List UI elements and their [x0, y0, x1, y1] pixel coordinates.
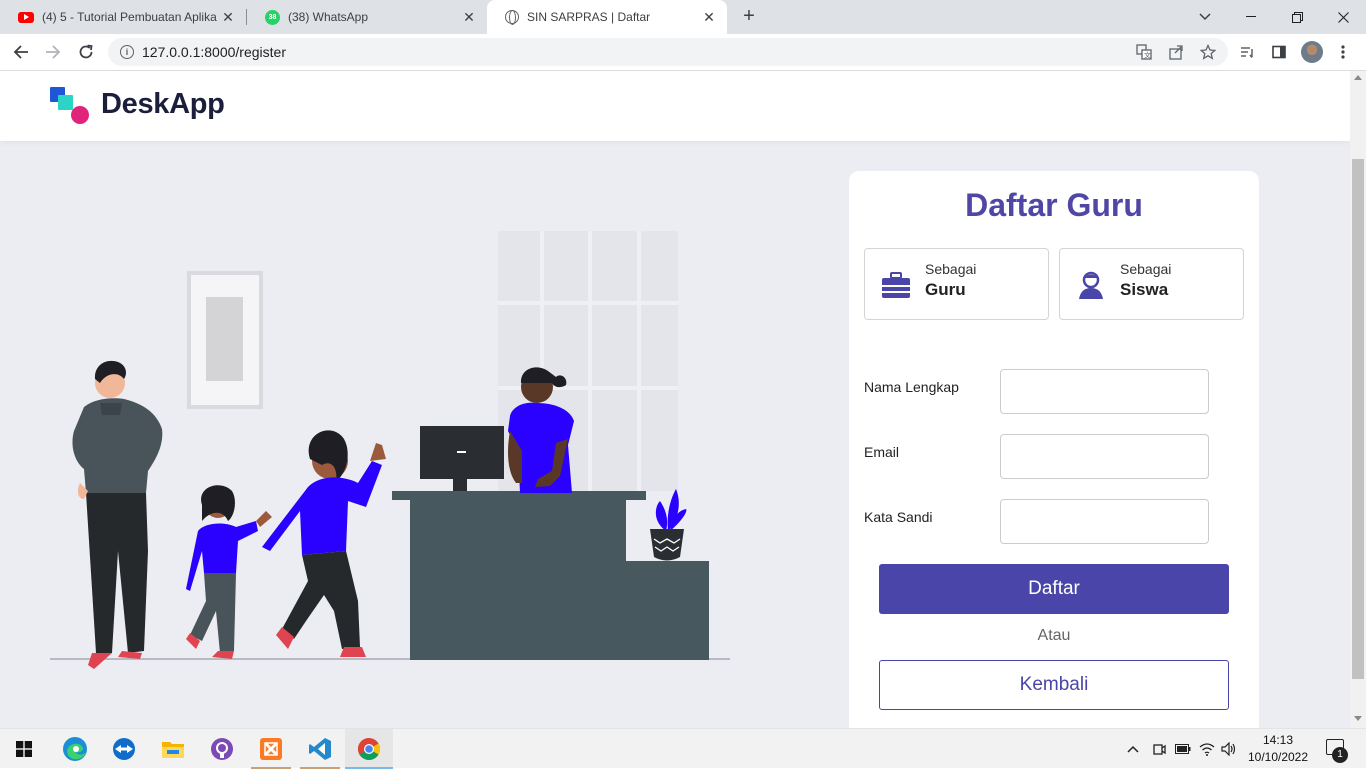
tab-title: SIN SARPRAS | Daftar — [527, 10, 651, 24]
arrow-right-icon — [46, 45, 61, 59]
briefcase-icon — [882, 272, 910, 298]
site-header: DeskApp — [0, 71, 1350, 141]
reload-button[interactable] — [73, 39, 99, 65]
arrow-left-icon — [13, 45, 28, 59]
battery-icon[interactable] — [1175, 729, 1191, 769]
new-tab-button[interactable]: + — [738, 5, 760, 27]
girl-figure — [186, 485, 272, 659]
tab-search-chevron-icon[interactable] — [1182, 0, 1228, 34]
browser-tab-strip: (4) 5 - Tutorial Pembuatan Aplika ✕ 38 (… — [0, 0, 1366, 34]
back-button[interactable] — [8, 39, 34, 65]
bookmark-star-icon[interactable] — [1199, 43, 1217, 61]
edge-icon[interactable] — [51, 729, 99, 769]
role-siswa-button[interactable]: Sebagai Siswa — [1059, 248, 1244, 320]
teamviewer-icon[interactable] — [100, 729, 148, 769]
label-email: Email — [864, 444, 900, 460]
tab-title: (38) WhatsApp — [288, 10, 369, 24]
youtube-icon — [18, 11, 34, 23]
label-nama-lengkap: Nama Lengkap — [864, 379, 959, 395]
scroll-down-arrow-icon[interactable] — [1354, 716, 1362, 721]
system-clock[interactable]: 14:13 10/10/2022 — [1246, 732, 1310, 766]
meet-now-icon[interactable] — [1152, 729, 1166, 769]
student-icon — [1079, 271, 1103, 299]
globe-icon — [505, 10, 519, 25]
forward-button[interactable] — [40, 39, 66, 65]
kebab-menu-icon[interactable] — [1334, 43, 1352, 61]
close-icon[interactable]: ✕ — [220, 9, 236, 26]
side-panel-icon[interactable] — [1270, 43, 1288, 61]
url-text: 127.0.0.1:8000/register — [142, 44, 286, 60]
translate-icon[interactable]: 文 — [1135, 43, 1153, 61]
chrome-icon[interactable] — [345, 729, 393, 769]
clock-date: 10/10/2022 — [1247, 750, 1309, 764]
daftar-button[interactable]: Daftar — [879, 564, 1229, 614]
kata-sandi-input[interactable] — [1000, 499, 1209, 544]
profile-avatar[interactable] — [1301, 41, 1323, 63]
role-prefix: Sebagai — [1120, 261, 1172, 277]
browser-toolbar: i 127.0.0.1:8000/register 文 — [0, 34, 1366, 71]
tab-sin-sarpras[interactable]: SIN SARPRAS | Daftar ✕ — [487, 0, 727, 34]
email-input[interactable] — [1000, 434, 1209, 479]
svg-text:文: 文 — [1144, 51, 1151, 60]
brand-name[interactable]: DeskApp — [101, 88, 225, 121]
role-guru-button[interactable]: Sebagai Guru — [864, 248, 1049, 320]
whatsapp-icon: 38 — [265, 9, 280, 25]
register-card: Daftar Guru Sebagai Guru Sebagai Siswa N… — [849, 171, 1259, 728]
tab-youtube[interactable]: (4) 5 - Tutorial Pembuatan Aplika ✕ — [0, 0, 246, 34]
deskapp-logo-icon[interactable] — [50, 87, 90, 127]
site-info-icon[interactable]: i — [120, 45, 134, 59]
xampp-icon[interactable] — [247, 729, 295, 769]
label-kata-sandi: Kata Sandi — [864, 509, 933, 525]
show-hidden-icons-chevron-icon[interactable] — [1127, 729, 1139, 769]
windows-start-icon[interactable] — [0, 729, 48, 769]
restore-button[interactable] — [1274, 0, 1320, 34]
woman-figure — [262, 430, 386, 657]
clock-time: 14:13 — [1262, 733, 1294, 747]
windows-taskbar: 14:13 10/10/2022 1 — [0, 728, 1366, 769]
kembali-button[interactable]: Kembali — [879, 660, 1229, 710]
or-divider-text: Atau — [1037, 627, 1071, 644]
role-prefix: Sebagai — [925, 261, 977, 277]
reading-list-icon[interactable] — [1238, 43, 1256, 61]
share-icon[interactable] — [1167, 43, 1185, 61]
vscode-icon[interactable] — [296, 729, 344, 769]
page-scrollbar[interactable] — [1350, 71, 1366, 728]
minimize-button[interactable] — [1228, 0, 1274, 34]
close-icon[interactable]: ✕ — [701, 9, 717, 26]
volume-icon[interactable] — [1221, 729, 1237, 769]
close-window-button[interactable] — [1320, 0, 1366, 34]
reception-illustration — [50, 231, 730, 669]
close-icon[interactable]: ✕ — [461, 9, 477, 26]
tab-title: (4) 5 - Tutorial Pembuatan Aplika — [42, 10, 217, 24]
man-figure — [72, 360, 163, 669]
reload-icon — [79, 44, 93, 59]
tab-whatsapp[interactable]: 38 (38) WhatsApp ✕ — [247, 0, 487, 34]
plant-graphic — [650, 489, 687, 561]
page-viewport: DeskApp Daftar Guru Sebagai Guru Sebagai… — [0, 71, 1350, 728]
wall-frame-graphic — [187, 271, 263, 409]
address-bar[interactable]: i 127.0.0.1:8000/register — [108, 38, 1228, 66]
scrollbar-thumb[interactable] — [1352, 159, 1364, 679]
scroll-up-arrow-icon[interactable] — [1354, 75, 1362, 80]
file-explorer-icon[interactable] — [149, 729, 197, 769]
form-title: Daftar Guru — [965, 187, 1143, 223]
wifi-icon[interactable] — [1199, 729, 1215, 769]
github-icon[interactable] — [198, 729, 246, 769]
role-name: Guru — [925, 280, 966, 299]
role-name: Siswa — [1120, 280, 1169, 299]
computer-graphic — [420, 426, 504, 491]
nama-lengkap-input[interactable] — [1000, 369, 1209, 414]
notification-count-badge: 1 — [1332, 747, 1348, 763]
